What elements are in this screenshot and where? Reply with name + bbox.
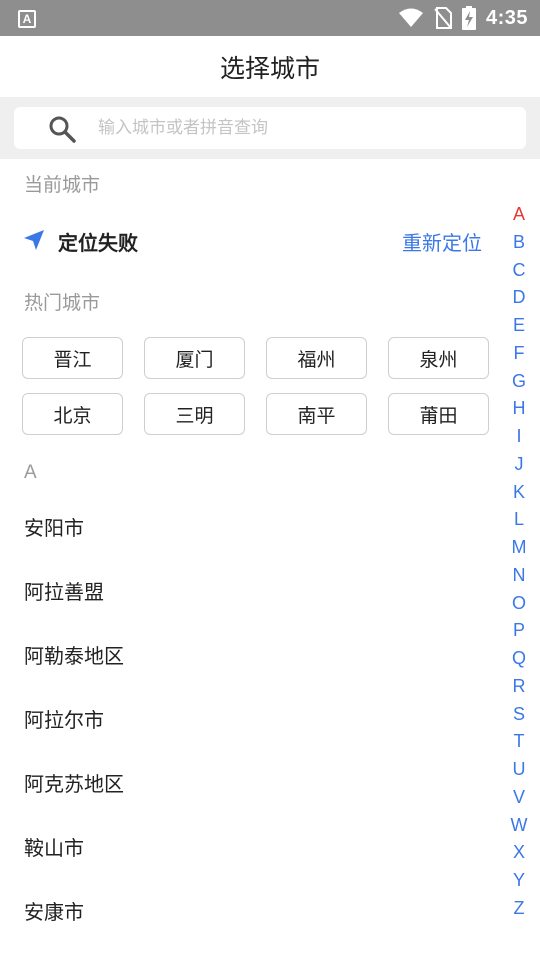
page-title: 选择城市 xyxy=(219,53,320,83)
index-letter-n[interactable]: N xyxy=(508,565,530,586)
hot-cities-label: 热门城市 xyxy=(24,292,101,314)
battery-charging-icon xyxy=(461,6,476,30)
search-input[interactable] xyxy=(96,113,506,143)
index-letter-o[interactable]: O xyxy=(508,593,530,614)
location-status: 定位失败 xyxy=(58,231,138,255)
search-area xyxy=(0,97,540,159)
index-letter-a[interactable]: A xyxy=(508,204,530,225)
location-arrow-icon xyxy=(24,230,44,250)
search-box[interactable] xyxy=(14,107,526,149)
index-letter-i[interactable]: I xyxy=(508,426,530,447)
index-letter-p[interactable]: P xyxy=(508,620,530,641)
hot-city-button[interactable]: 三明 xyxy=(144,393,245,435)
index-letter-b[interactable]: B xyxy=(508,232,530,253)
hot-city-button[interactable]: 厦门 xyxy=(144,337,245,379)
hot-city-button[interactable]: 南平 xyxy=(266,393,367,435)
index-letter-l[interactable]: L xyxy=(508,509,530,530)
index-letter-u[interactable]: U xyxy=(508,759,530,780)
index-letter-r[interactable]: R xyxy=(508,676,530,697)
index-letter-v[interactable]: V xyxy=(508,787,530,808)
city-group-letter: A xyxy=(24,462,37,483)
hot-city-button[interactable]: 莆田 xyxy=(388,393,489,435)
index-letter-k[interactable]: K xyxy=(508,482,530,503)
status-bar: A 4:35 xyxy=(0,0,540,36)
index-letter-s[interactable]: S xyxy=(508,704,530,725)
index-letter-q[interactable]: Q xyxy=(508,648,530,669)
index-letter-m[interactable]: M xyxy=(508,537,530,558)
current-city-label: 当前城市 xyxy=(24,174,101,196)
index-letter-j[interactable]: J xyxy=(508,454,530,475)
index-letter-g[interactable]: G xyxy=(508,371,530,392)
index-letter-c[interactable]: C xyxy=(508,260,530,281)
app-notification-icon: A xyxy=(18,10,36,28)
city-list-item[interactable]: 阿勒泰地区 xyxy=(24,622,124,686)
index-letter-e[interactable]: E xyxy=(508,315,530,336)
city-list-item[interactable]: 安康市 xyxy=(24,878,84,942)
index-letter-t[interactable]: T xyxy=(508,731,530,752)
city-list-item[interactable]: 阿克苏地区 xyxy=(24,750,124,814)
city-list-item[interactable]: 鞍山市 xyxy=(24,814,84,878)
index-letter-w[interactable]: W xyxy=(508,815,530,836)
wifi-icon xyxy=(398,8,423,27)
index-letter-d[interactable]: D xyxy=(508,287,530,308)
status-icons: 4:35 xyxy=(398,6,528,30)
relocate-button[interactable]: 重新定位 xyxy=(402,227,482,256)
search-icon xyxy=(49,116,76,143)
index-letter-x[interactable]: X xyxy=(508,842,530,863)
index-letter-f[interactable]: F xyxy=(508,343,530,364)
current-city-row: 定位失败 重新定位 xyxy=(0,212,500,268)
index-letter-y[interactable]: Y xyxy=(508,870,530,891)
app-header: 选择城市 xyxy=(0,36,540,97)
index-letter-z[interactable]: Z xyxy=(508,898,530,919)
no-sim-icon xyxy=(434,7,452,29)
index-letter-h[interactable]: H xyxy=(508,398,530,419)
clock-time: 4:35 xyxy=(485,6,528,29)
city-list-item[interactable]: 阿拉善盟 xyxy=(24,558,104,622)
hot-city-button[interactable]: 福州 xyxy=(266,337,367,379)
hot-city-button[interactable]: 晋江 xyxy=(22,337,123,379)
hot-city-button[interactable]: 泉州 xyxy=(388,337,489,379)
city-list-item[interactable]: 安阳市 xyxy=(24,494,84,558)
city-list-item[interactable]: 阿拉尔市 xyxy=(24,686,104,750)
hot-city-button[interactable]: 北京 xyxy=(22,393,123,435)
